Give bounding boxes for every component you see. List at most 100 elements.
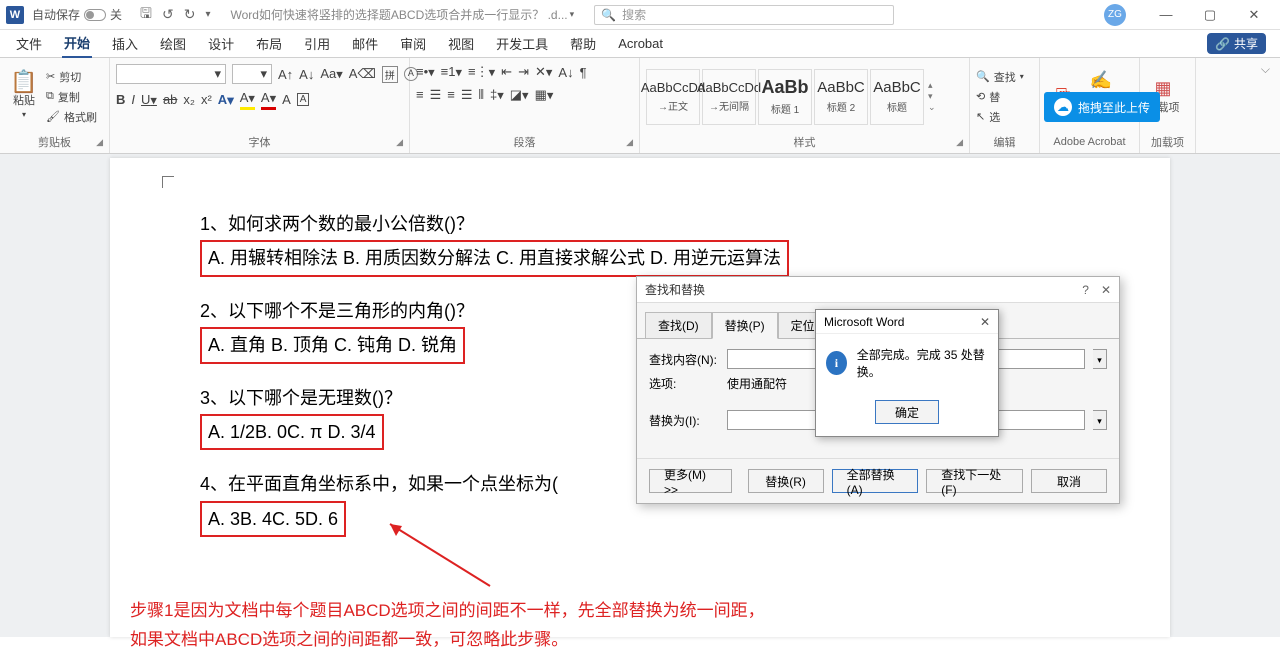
bold-button[interactable]: B	[116, 92, 125, 107]
replace-label: 替换为(I):	[649, 412, 719, 429]
annotation-text: 步骤1是因为文档中每个题目ABCD选项之间的间距不一样，先全部替换为统一间距， …	[130, 597, 1100, 655]
style-title[interactable]: AaBbC标题	[870, 69, 924, 125]
save-icon[interactable]: 🖫	[140, 3, 152, 27]
italic-button[interactable]: I	[131, 92, 135, 107]
replace-one-button[interactable]: 替换(R)	[748, 469, 824, 493]
align-center-icon[interactable]: ☰	[430, 87, 442, 103]
justify-icon[interactable]: ☰	[461, 87, 473, 103]
clear-format-icon[interactable]: A⌫	[349, 66, 376, 82]
redo-icon[interactable]: ↻	[184, 6, 196, 23]
user-avatar[interactable]: ZG	[1104, 4, 1126, 26]
cloud-icon: ☁	[1054, 98, 1072, 116]
autosave-toggle[interactable]: 自动保存 关	[32, 6, 122, 23]
dialog-title: 查找和替换	[645, 281, 705, 298]
distribute-icon[interactable]: ⫴	[479, 87, 484, 103]
ribbon-collapse-icon[interactable]: ⌵	[1251, 58, 1280, 153]
increase-indent-icon[interactable]: ⇥	[518, 64, 529, 80]
tab-view[interactable]: 视图	[446, 30, 476, 57]
cancel-button[interactable]: 取消	[1031, 469, 1107, 493]
undo-icon[interactable]: ↺	[162, 6, 174, 23]
find-next-button[interactable]: 查找下一处(F)	[926, 469, 1023, 493]
dialog-help-icon[interactable]: ?	[1082, 283, 1089, 297]
numbering-icon[interactable]: ≡1▾	[441, 64, 462, 81]
tab-insert[interactable]: 插入	[110, 30, 140, 57]
styles-gallery[interactable]: AaBbCcDd→正文 AaBbCcDd→无间隔 AaBb标题 1 AaBbC标…	[646, 69, 924, 125]
char-shading-icon[interactable]: A	[282, 92, 291, 107]
tab-review[interactable]: 审阅	[398, 30, 428, 57]
subscript-button[interactable]: x₂	[183, 92, 195, 107]
decrease-indent-icon[interactable]: ⇤	[501, 64, 512, 80]
select-button[interactable]: ↖选	[976, 108, 1024, 126]
shading-icon[interactable]: ◪▾	[510, 87, 529, 104]
grow-font-icon[interactable]: A↑	[278, 67, 293, 82]
superscript-button[interactable]: x²	[201, 92, 212, 107]
phonetic-icon[interactable]: 拼	[382, 66, 398, 83]
paragraph-dialog-launcher[interactable]: ◢	[626, 137, 633, 148]
styles-dialog-launcher[interactable]: ◢	[956, 137, 963, 148]
format-painter-button[interactable]: 🖌格式刷	[46, 108, 97, 126]
title-dropdown-icon[interactable]: ▾	[570, 9, 575, 20]
replace-history-dropdown[interactable]: ▾	[1093, 410, 1107, 430]
font-dialog-launcher[interactable]: ◢	[396, 137, 403, 148]
asian-layout-icon[interactable]: ✕▾	[535, 64, 552, 81]
paste-button[interactable]: 📋 粘贴 ▾	[6, 74, 42, 119]
maximize-button[interactable]: ▢	[1190, 1, 1230, 29]
close-button[interactable]: ✕	[1234, 1, 1274, 29]
highlight-icon[interactable]: A▾	[240, 90, 255, 110]
style-nospacing[interactable]: AaBbCcDd→无间隔	[702, 69, 756, 125]
paragraph-group-label: 段落	[514, 134, 536, 150]
find-history-dropdown[interactable]: ▾	[1093, 349, 1107, 369]
font-color-icon[interactable]: A▾	[261, 90, 276, 110]
tab-design[interactable]: 设计	[206, 30, 236, 57]
bullets-icon[interactable]: ≡•▾	[416, 64, 435, 81]
tab-file[interactable]: 文件	[14, 30, 44, 57]
dialog-tab-replace[interactable]: 替换(P)	[712, 312, 778, 339]
tab-developer[interactable]: 开发工具	[494, 30, 550, 57]
styles-more[interactable]: ▴▾⌄	[928, 80, 936, 113]
msgbox-ok-button[interactable]: 确定	[875, 400, 939, 424]
dialog-close-icon[interactable]: ✕	[1101, 283, 1111, 297]
tab-home[interactable]: 开始	[62, 29, 92, 58]
clipboard-dialog-launcher[interactable]: ◢	[96, 137, 103, 148]
style-heading2[interactable]: AaBbC标题 2	[814, 69, 868, 125]
msgbox-close-icon[interactable]: ✕	[980, 315, 990, 329]
search-box[interactable]: 🔍 搜索	[594, 5, 894, 25]
underline-button[interactable]: U▾	[141, 92, 157, 109]
font-size-combo[interactable]: ▾	[232, 64, 272, 84]
sort-icon[interactable]: A↓	[558, 65, 573, 80]
tab-draw[interactable]: 绘图	[158, 30, 188, 57]
share-button[interactable]: 🔗 共享	[1207, 33, 1266, 54]
font-family-combo[interactable]: ▾	[116, 64, 226, 84]
copy-button[interactable]: ⧉复制	[46, 88, 97, 106]
tab-help[interactable]: 帮助	[568, 30, 598, 57]
qat-more-icon[interactable]: ▾	[205, 9, 210, 20]
borders-icon[interactable]: ▦▾	[535, 87, 554, 104]
replace-all-button[interactable]: 全部替换(A)	[832, 469, 919, 493]
autosave-label: 自动保存	[32, 6, 80, 23]
more-button[interactable]: 更多(M) >>	[649, 469, 732, 493]
dialog-tab-find[interactable]: 查找(D)	[645, 312, 712, 339]
strike-button[interactable]: ab	[163, 92, 177, 107]
clipboard-icon: 📋	[16, 74, 32, 90]
char-border-icon[interactable]: A	[297, 93, 310, 106]
find-button[interactable]: 🔍查找▾	[976, 68, 1024, 86]
q3-options: A. 1/2B. 0C. π D. 3/4	[200, 414, 384, 450]
style-normal[interactable]: AaBbCcDd→正文	[646, 69, 700, 125]
text-effects-icon[interactable]: A▾	[218, 92, 234, 109]
align-right-icon[interactable]: ≡	[447, 87, 455, 102]
tab-acrobat[interactable]: Acrobat	[616, 32, 665, 55]
cut-button[interactable]: ✂剪切	[46, 68, 97, 86]
tab-references[interactable]: 引用	[302, 30, 332, 57]
align-left-icon[interactable]: ≡	[416, 87, 424, 102]
tab-mailings[interactable]: 邮件	[350, 30, 380, 57]
tab-layout[interactable]: 布局	[254, 30, 284, 57]
multilevel-icon[interactable]: ≡⋮▾	[468, 64, 495, 81]
shrink-font-icon[interactable]: A↓	[299, 67, 314, 82]
change-case-icon[interactable]: Aa▾	[320, 66, 342, 83]
upload-tooltip[interactable]: ☁ 拖拽至此上传	[1044, 92, 1160, 122]
minimize-button[interactable]: —	[1146, 1, 1186, 29]
style-heading1[interactable]: AaBb标题 1	[758, 69, 812, 125]
line-spacing-icon[interactable]: ‡▾	[490, 87, 504, 104]
show-marks-icon[interactable]: ¶	[580, 65, 587, 80]
replace-button[interactable]: ⟲替	[976, 88, 1024, 106]
